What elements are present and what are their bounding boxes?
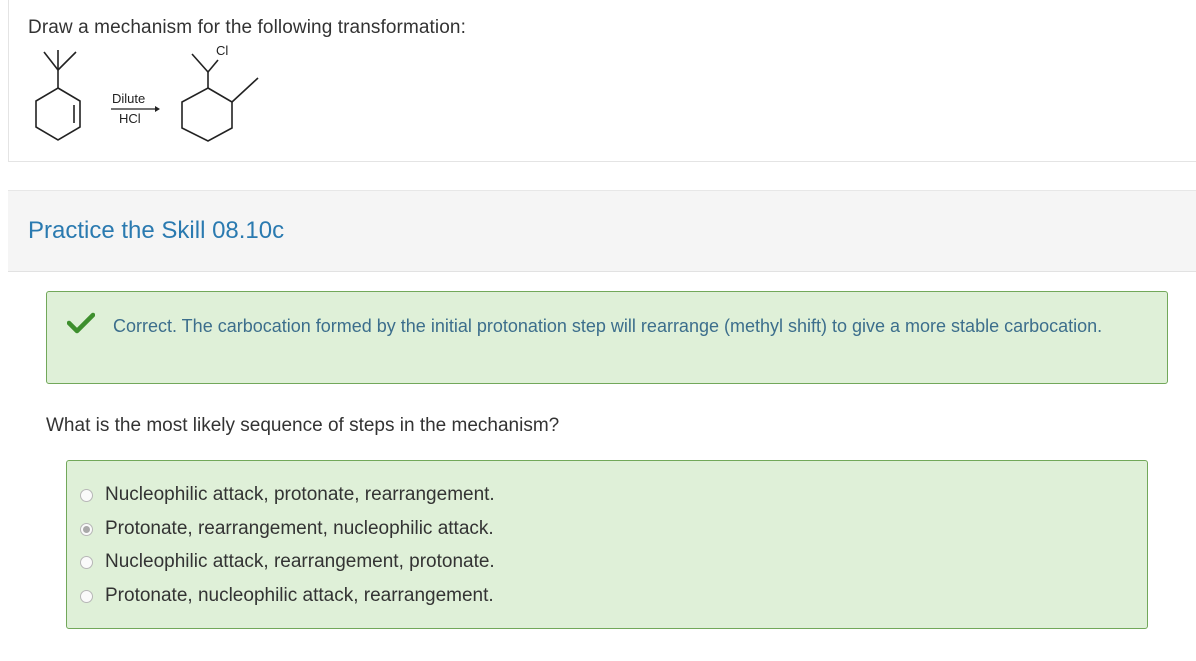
radio-button[interactable] bbox=[80, 555, 93, 569]
product-substituent-label: Cl bbox=[216, 43, 229, 58]
question-text: What is the most likely sequence of step… bbox=[46, 415, 560, 436]
answer-option[interactable]: Protonate, nucleophilic attack, rearrang… bbox=[80, 582, 494, 610]
radio-button-selected[interactable] bbox=[80, 522, 93, 536]
answer-options: Nucleophilic attack, protonate, rearrang… bbox=[66, 460, 1148, 629]
skill-header: Practice the Skill 08.10c bbox=[8, 190, 1196, 272]
answer-option-label: Protonate, nucleophilic attack, rearrang… bbox=[105, 585, 494, 606]
answer-option-label: Nucleophilic attack, protonate, rearrang… bbox=[105, 484, 495, 505]
answer-option[interactable]: Nucleophilic attack, protonate, rearrang… bbox=[80, 481, 495, 509]
question-prompt: Draw a mechanism for the following trans… bbox=[28, 17, 466, 38]
radio-button[interactable] bbox=[80, 488, 93, 502]
feedback-text: Correct. The carbocation formed by the i… bbox=[113, 316, 1103, 336]
reagent-bottom-label: HCl bbox=[119, 111, 141, 126]
feedback-panel: Correct. The carbocation formed by the i… bbox=[46, 291, 1168, 384]
starting-material-structure bbox=[35, 50, 81, 141]
answer-option[interactable]: Nucleophilic attack, rearrangement, prot… bbox=[80, 548, 495, 576]
answer-option-label: Nucleophilic attack, rearrangement, prot… bbox=[105, 551, 495, 572]
radio-button[interactable] bbox=[80, 589, 93, 603]
checkmark-icon bbox=[67, 312, 95, 334]
reaction-arrow: Dilute HCl bbox=[108, 90, 164, 130]
answer-option-label: Protonate, rearrangement, nucleophilic a… bbox=[105, 518, 494, 539]
skill-title: Practice the Skill 08.10c bbox=[28, 217, 285, 244]
answer-option[interactable]: Protonate, rearrangement, nucleophilic a… bbox=[80, 515, 494, 543]
